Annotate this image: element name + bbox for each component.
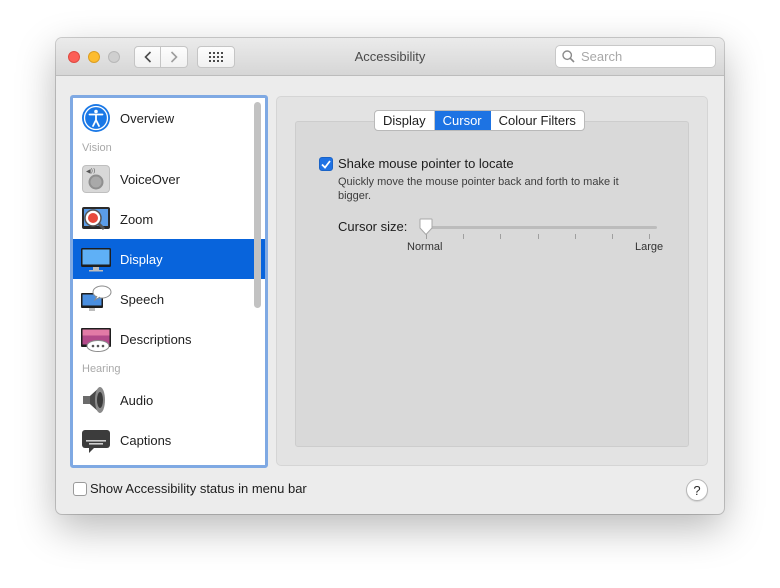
cursor-size-label: Cursor size: [338, 219, 408, 234]
sidebar-item-label: VoiceOver [120, 171, 180, 187]
sidebar-item-descriptions[interactable]: Descriptions [73, 319, 265, 359]
checkmark-icon [321, 159, 331, 169]
search-icon [562, 50, 575, 63]
shake-pointer-description: Quickly move the mouse pointer back and … [338, 176, 619, 202]
content-pane: Display Cursor Colour Filters Shake mous… [276, 96, 708, 466]
sidebar-section-hearing: Hearing [82, 363, 121, 375]
slider-tick [575, 234, 576, 239]
sidebar-item-captions[interactable]: Captions [73, 420, 265, 460]
show-status-checkbox[interactable] [73, 482, 87, 496]
sidebar-item-voiceover[interactable]: ◀)) VoiceOver [73, 159, 265, 199]
sidebar-item-zoom[interactable]: Zoom [73, 199, 265, 239]
sidebar-item-audio[interactable]: Audio [73, 380, 265, 420]
shake-pointer-label[interactable]: Shake mouse pointer to locate [338, 156, 514, 171]
sidebar-item-label: Display [120, 251, 163, 267]
slider-knob[interactable] [418, 218, 434, 236]
tab-colour-filters[interactable]: Colour Filters [491, 111, 584, 130]
show-status-label[interactable]: Show Accessibility status in menu bar [90, 481, 307, 496]
zoom-icon [82, 207, 110, 231]
speaker-icon [83, 387, 105, 413]
slider-tick [612, 234, 613, 239]
speech-icon [81, 285, 112, 311]
sidebar-section-vision: Vision [82, 142, 112, 154]
accessibility-icon [82, 104, 110, 132]
search-field[interactable] [555, 45, 716, 68]
display-icon [81, 248, 111, 272]
sidebar-item-display[interactable]: Display [73, 239, 265, 279]
sidebar-item-label: Descriptions [120, 331, 192, 347]
sidebar-item-label: Overview [120, 110, 175, 126]
voiceover-icon: ◀)) [82, 165, 110, 193]
tab-display[interactable]: Display [375, 111, 435, 130]
svg-text:◀)): ◀)) [86, 168, 95, 175]
sidebar-item-label: Audio [120, 392, 154, 408]
slider-tick [538, 234, 539, 239]
descriptions-icon [81, 328, 111, 352]
captions-icon [82, 430, 110, 453]
cursor-settings-panel: Shake mouse pointer to locate Quickly mo… [295, 121, 689, 447]
cursor-size-max-label: Large [635, 241, 664, 253]
title-bar: Accessibility [56, 38, 724, 76]
shake-pointer-checkbox[interactable] [319, 157, 333, 171]
scrollbar-thumb[interactable] [254, 102, 261, 308]
slider-tick [463, 234, 464, 239]
preferences-window: Accessibility Overview Vision ◀)) [56, 38, 724, 514]
sidebar-item-label: Zoom [120, 211, 154, 227]
search-input[interactable] [581, 49, 711, 64]
slider-tick [500, 234, 501, 239]
cursor-size-min-label: Normal [407, 241, 443, 253]
sidebar-item-speech[interactable]: Speech [73, 279, 265, 319]
sidebar-item-label: Speech [120, 291, 165, 307]
tab-bar: Display Cursor Colour Filters [374, 110, 585, 131]
help-button[interactable]: ? [686, 479, 708, 501]
tab-cursor[interactable]: Cursor [434, 111, 491, 130]
sidebar[interactable]: Overview Vision ◀)) VoiceOver Zoom Displ… [70, 95, 268, 468]
sidebar-item-overview[interactable]: Overview [73, 98, 265, 138]
sidebar-scrollbar[interactable] [254, 98, 261, 465]
slider-tick [649, 234, 650, 239]
slider-track[interactable] [424, 226, 657, 229]
sidebar-item-label: Captions [120, 432, 172, 448]
